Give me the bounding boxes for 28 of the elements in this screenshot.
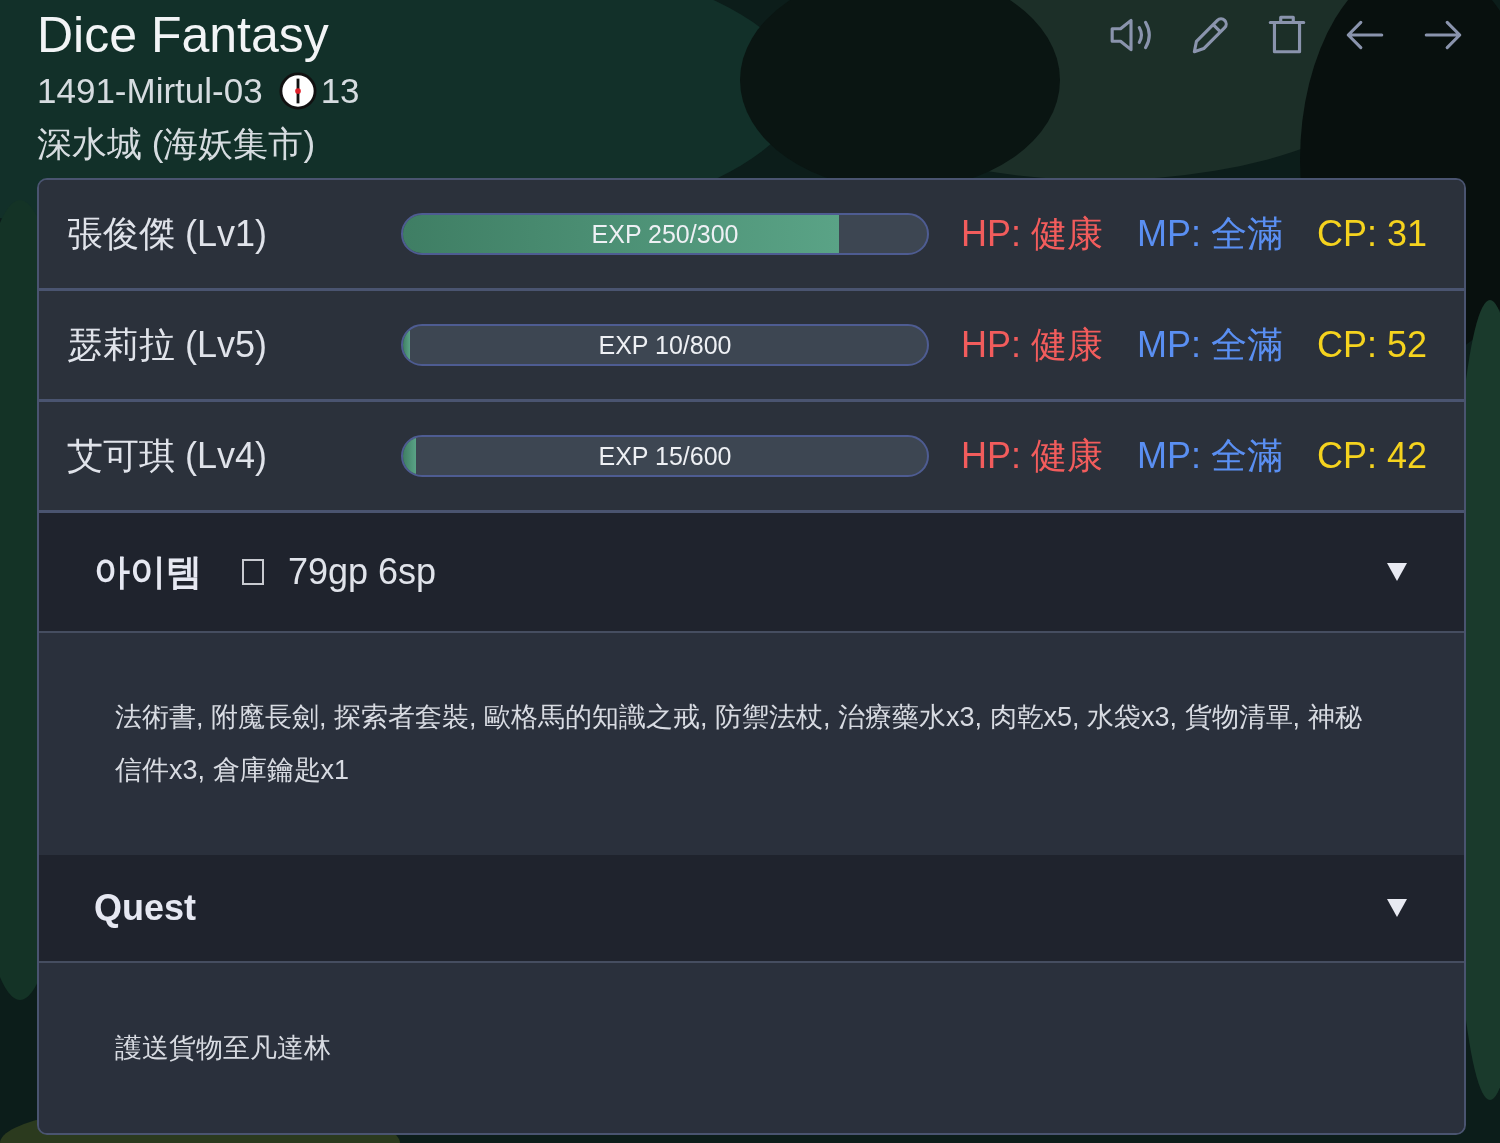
exp-text: EXP 250/300 (591, 219, 739, 249)
location-text: 深水城 (海妖集市) (37, 123, 317, 165)
section-header[interactable]: Quest (39, 855, 1464, 963)
section-title: 아이템 (94, 549, 202, 594)
section-header[interactable]: 아이템 79gp 6sp (39, 513, 1464, 633)
mp-text: MP: 全滿 (1137, 211, 1284, 256)
cp-text: CP: 42 (1317, 435, 1428, 477)
app-title: Dice Fantasy (37, 6, 330, 65)
date-text: 1491-Mirtul-03 (37, 70, 263, 112)
clock-icon (278, 72, 317, 110)
hp-text: HP: 健康 (961, 322, 1103, 367)
section-text: 護送貨物至凡達林 (115, 1031, 331, 1065)
character-name: 艾可琪 (Lv4) (67, 433, 269, 478)
square-icon (242, 559, 264, 585)
exp-text: EXP 10/800 (598, 330, 732, 360)
hour-text: 13 (320, 70, 360, 112)
character-name: 瑟莉拉 (Lv5) (67, 322, 269, 367)
section-title: Quest (94, 887, 197, 929)
money-text: 79gp 6sp (288, 551, 437, 593)
cp-text: CP: 31 (1317, 213, 1428, 255)
exp-text: EXP 15/600 (598, 441, 732, 471)
hp-text: HP: 健康 (961, 211, 1103, 256)
hp-text: HP: 健康 (961, 433, 1103, 478)
mp-text: MP: 全滿 (1137, 433, 1284, 478)
mp-text: MP: 全滿 (1137, 322, 1284, 367)
character-name: 張俊傑 (Lv1) (67, 211, 269, 256)
section-text: 法術書, 附魔長劍, 探索者套裝, 歐格馬的知識之戒, 防禦法杖, 治療藥水x3, 肉乾x5, 水袋x3, 貨物清單, 神秘信件x3, 倉庫鑰匙x1 (115, 701, 1363, 787)
cp-text: CP: 52 (1317, 324, 1428, 366)
